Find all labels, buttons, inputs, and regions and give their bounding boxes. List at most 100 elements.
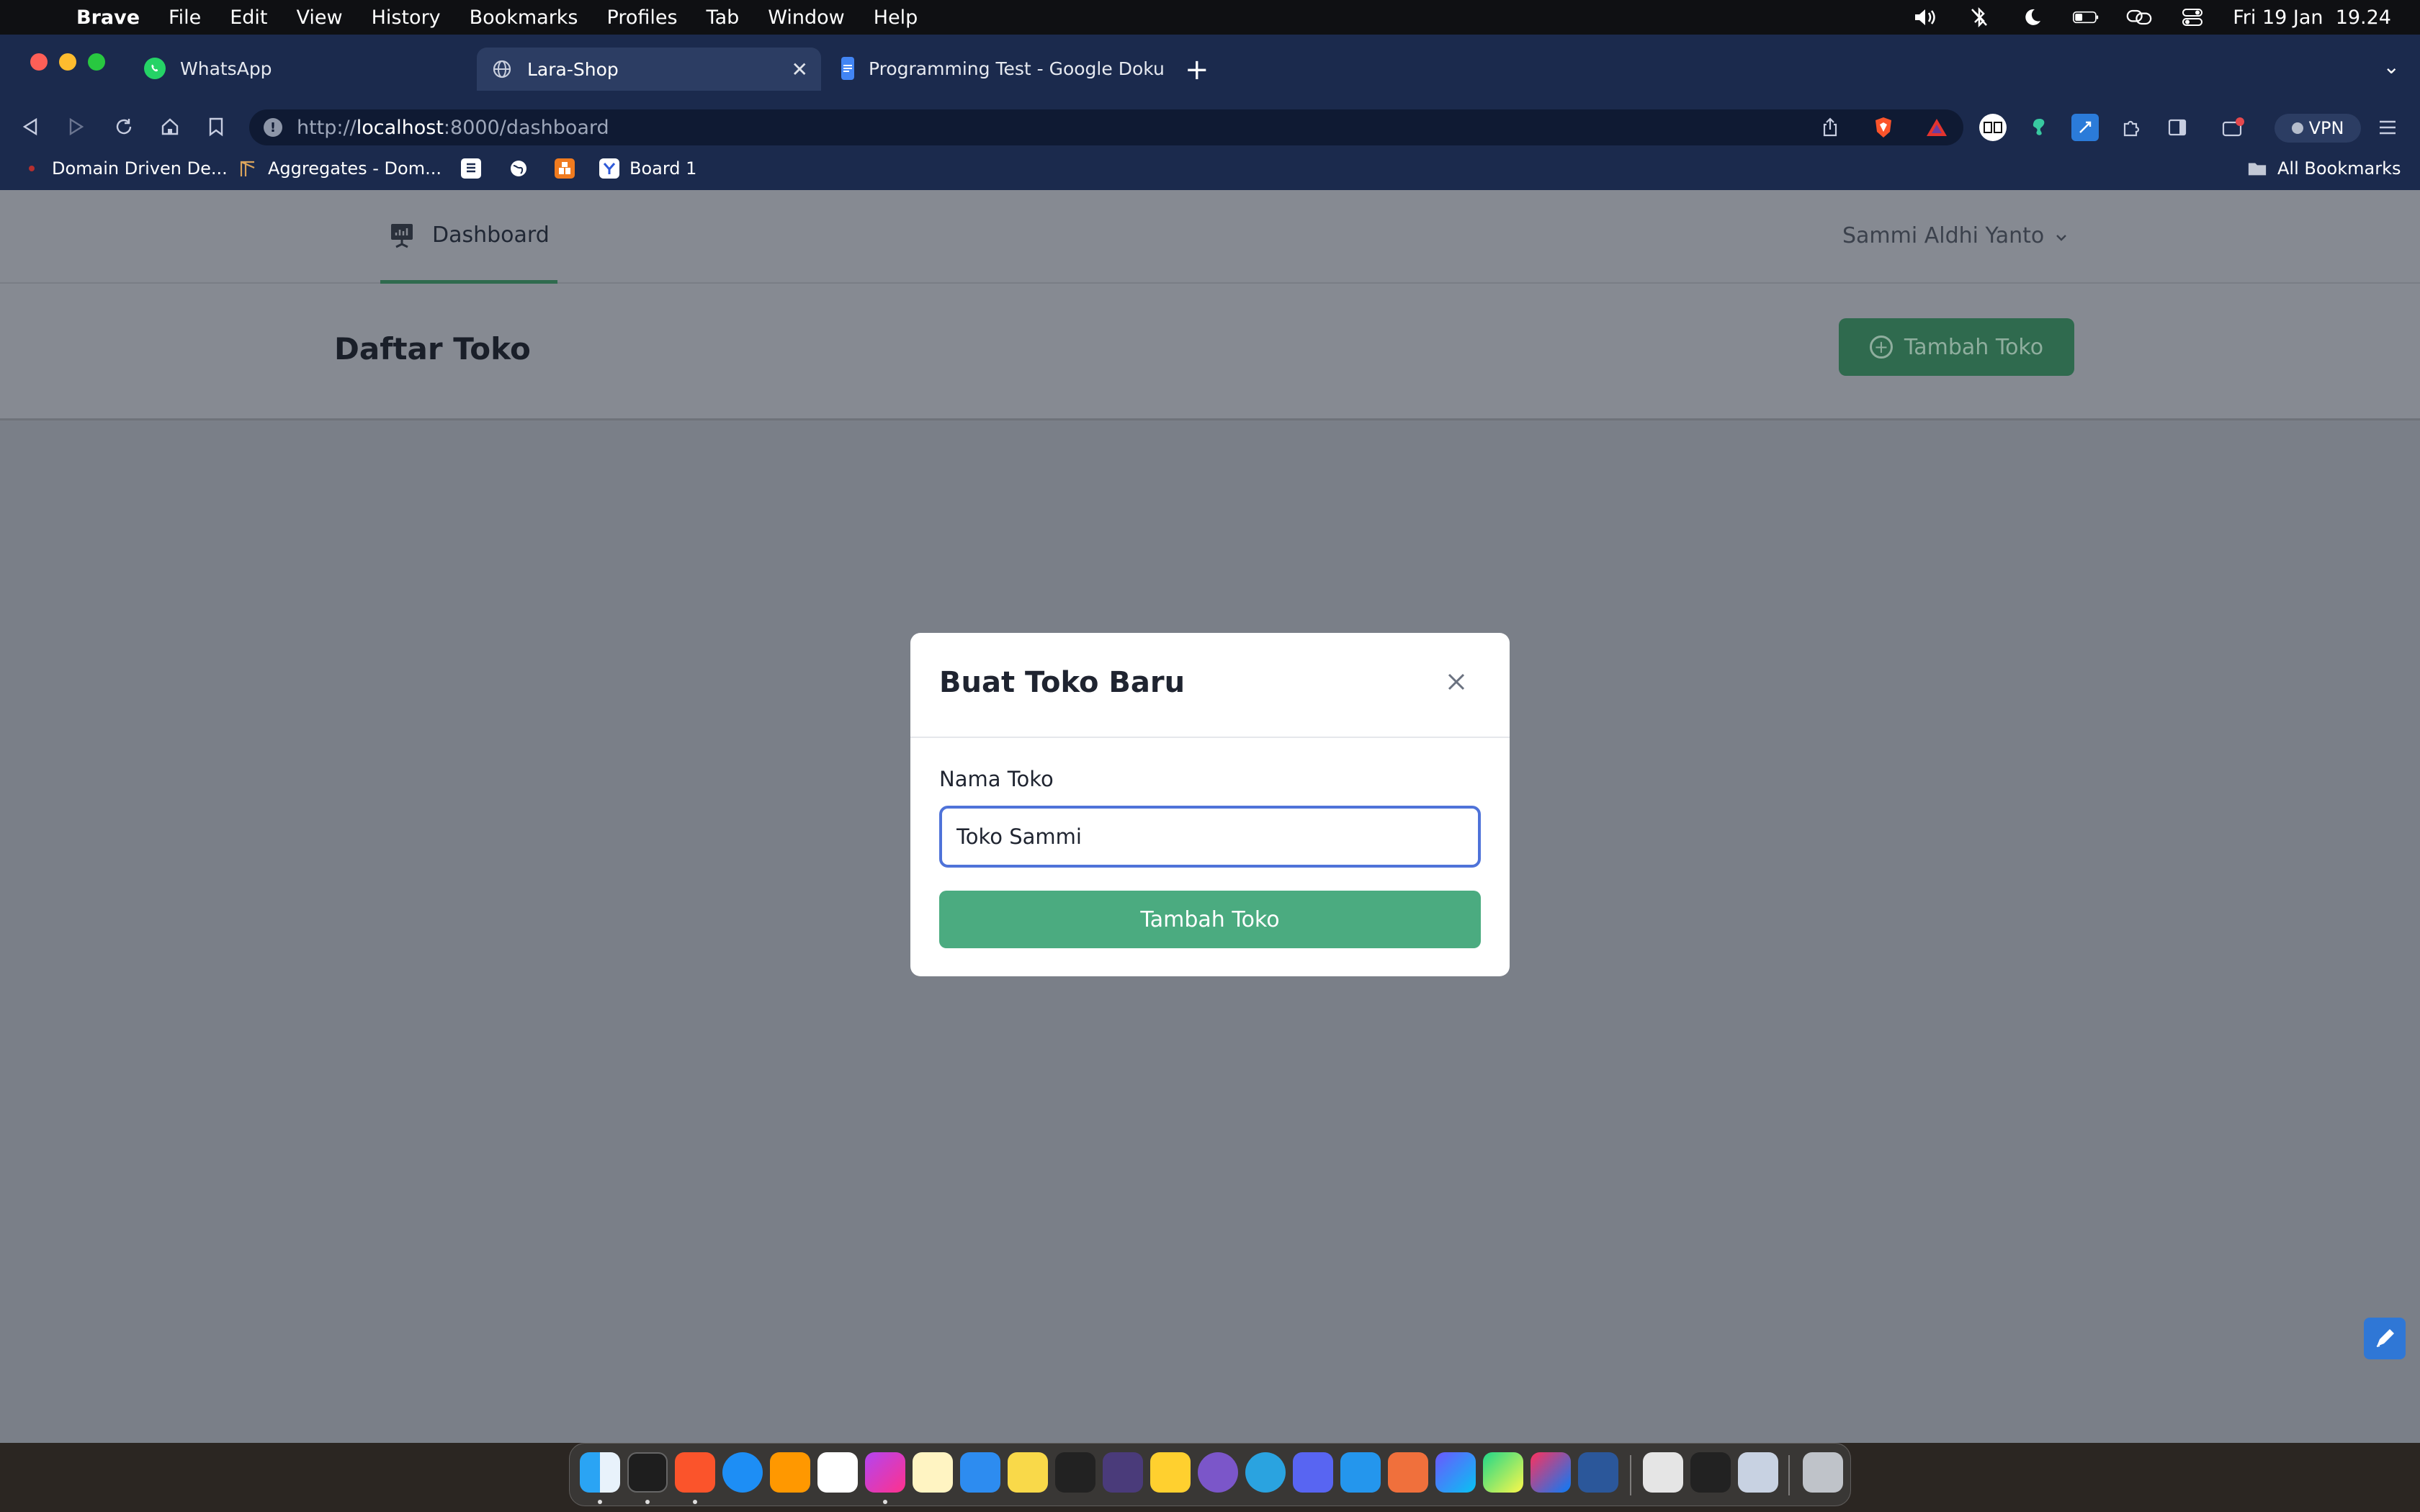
menu-view[interactable]: View <box>297 6 343 29</box>
github-icon[interactable] <box>1198 1452 1238 1493</box>
pen-tool-icon[interactable] <box>2364 1318 2406 1359</box>
finder-icon[interactable] <box>580 1452 620 1493</box>
vpn-status-icon <box>2291 122 2303 134</box>
menu-bookmarks[interactable]: Bookmarks <box>470 6 578 29</box>
running-indicator <box>598 1500 602 1504</box>
extension-blue-icon[interactable] <box>2071 114 2099 141</box>
bookmark-item[interactable]: Aggregates - Dom... <box>238 158 442 179</box>
window-close-button[interactable] <box>30 53 48 71</box>
safari-icon[interactable] <box>722 1452 763 1493</box>
add-store-button[interactable]: + Tambah Toko <box>1839 318 2074 376</box>
terminal-icon[interactable] <box>627 1452 668 1493</box>
hamburger-menu-icon[interactable] <box>2374 114 2401 141</box>
bookmark-icon[interactable] <box>202 112 230 141</box>
app-folder-icon[interactable] <box>1643 1452 1683 1493</box>
create-store-modal: Buat Toko Baru Nama Toko Tambah Toko <box>910 633 1510 976</box>
phpstorm-icon[interactable] <box>865 1452 905 1493</box>
word-icon[interactable] <box>1578 1452 1618 1493</box>
pen-app-icon[interactable] <box>1388 1452 1428 1493</box>
url-text[interactable]: http://localhost:8000/dashboard <box>297 117 609 139</box>
running-indicator <box>693 1500 697 1504</box>
bookmark-item[interactable] <box>555 158 575 179</box>
extension-seahorse-icon[interactable] <box>2025 114 2053 141</box>
notes-icon[interactable] <box>1008 1452 1048 1493</box>
notes-app-icon[interactable] <box>913 1452 953 1493</box>
sidebar-toggle-icon[interactable] <box>2164 114 2191 141</box>
bookmark-crane-icon <box>238 158 258 179</box>
macos-dock <box>569 1443 1851 1506</box>
pycharm-icon[interactable] <box>1483 1452 1523 1493</box>
menu-window[interactable]: Window <box>768 6 844 29</box>
wallet-icon[interactable] <box>2220 114 2247 141</box>
volume-icon[interactable] <box>1913 7 1939 27</box>
dock-separator <box>1788 1455 1790 1495</box>
intellij-icon[interactable] <box>1531 1452 1571 1493</box>
menu-app-name[interactable]: Brave <box>76 6 140 29</box>
goland-icon[interactable] <box>1435 1452 1476 1493</box>
menu-help[interactable]: Help <box>874 6 918 29</box>
battery-icon[interactable] <box>2073 7 2099 27</box>
globe-icon <box>491 58 513 80</box>
activity-monitor-icon[interactable] <box>1055 1452 1095 1493</box>
tab-whatsapp[interactable]: WhatsApp <box>130 48 468 89</box>
obsidian-icon[interactable] <box>1103 1452 1143 1493</box>
window-zoom-button[interactable] <box>88 53 105 71</box>
forward-icon[interactable] <box>62 112 91 141</box>
chevron-down-icon <box>2054 223 2069 248</box>
close-icon[interactable] <box>1443 669 1469 695</box>
store-name-input[interactable] <box>939 806 1481 868</box>
screen-mirroring-icon[interactable] <box>2126 7 2152 27</box>
modal-title: Buat Toko Baru <box>939 666 1186 699</box>
extensions-puzzle-icon[interactable] <box>2118 114 2145 141</box>
chevron-down-icon[interactable]: ⌄ <box>2383 55 2400 78</box>
menu-tab[interactable]: Tab <box>707 6 740 29</box>
new-tab-button[interactable]: + <box>1185 53 1209 86</box>
brave-icon[interactable] <box>675 1452 715 1493</box>
menubar-datetime[interactable]: Fri 19 Jan 19.24 <box>2233 6 2391 29</box>
docker-icon[interactable] <box>1340 1452 1381 1493</box>
mail-icon[interactable] <box>960 1452 1000 1493</box>
site-info-icon[interactable]: ! <box>264 118 282 137</box>
vpn-button[interactable]: VPN <box>2275 114 2361 143</box>
miro-icon[interactable] <box>1150 1452 1191 1493</box>
screenshot-folder-icon[interactable] <box>1738 1452 1778 1493</box>
bookmark-globe-icon <box>508 158 529 179</box>
folder-icon <box>2247 158 2267 179</box>
moon-icon[interactable] <box>2020 7 2045 27</box>
tab-programming-test[interactable]: Programming Test - Google Dokum <box>827 48 1165 89</box>
trash-icon[interactable] <box>1803 1452 1843 1493</box>
vpn-label: VPN <box>2308 118 2344 138</box>
all-bookmarks-button[interactable]: All Bookmarks <box>2247 158 2401 179</box>
sublime-text-icon[interactable] <box>770 1452 810 1493</box>
bookmark-item[interactable]: Board 1 <box>599 158 696 179</box>
share-icon[interactable] <box>1818 115 1842 140</box>
running-indicator <box>645 1500 650 1504</box>
back-icon[interactable] <box>16 112 45 141</box>
dashboard-icon <box>387 221 416 250</box>
discord-icon[interactable] <box>1293 1452 1333 1493</box>
home-icon[interactable] <box>156 112 184 141</box>
nav-dashboard-link[interactable]: Dashboard <box>380 190 557 284</box>
address-bar[interactable]: ! http://localhost:8000/dashboard <box>249 109 1963 145</box>
bookmark-item[interactable] <box>508 158 529 179</box>
user-menu[interactable]: Sammi Aldhi Yanto <box>1842 223 2069 248</box>
menu-edit[interactable]: Edit <box>230 6 267 29</box>
submit-add-store-button[interactable]: Tambah Toko <box>939 891 1481 948</box>
menu-profiles[interactable]: Profiles <box>607 6 678 29</box>
brave-shields-icon[interactable] <box>1871 115 1896 140</box>
extension-reader-icon[interactable] <box>1979 114 2007 141</box>
vscode-icon[interactable] <box>817 1452 858 1493</box>
bluetooth-off-icon[interactable] <box>1966 7 1992 27</box>
menu-history[interactable]: History <box>372 6 441 29</box>
close-icon[interactable]: ✕ <box>792 58 808 81</box>
tab-lara-shop[interactable]: Lara-Shop ✕ <box>477 48 821 91</box>
bookmark-item[interactable]: Domain Driven De... <box>22 158 228 179</box>
reload-icon[interactable] <box>109 112 138 141</box>
brave-rewards-icon[interactable] <box>1924 115 1949 140</box>
telegram-icon[interactable] <box>1245 1452 1286 1493</box>
console-icon[interactable] <box>1690 1452 1731 1493</box>
control-center-icon[interactable] <box>2179 7 2205 27</box>
bookmark-item[interactable] <box>461 158 481 179</box>
window-minimize-button[interactable] <box>59 53 76 71</box>
menu-file[interactable]: File <box>169 6 201 29</box>
